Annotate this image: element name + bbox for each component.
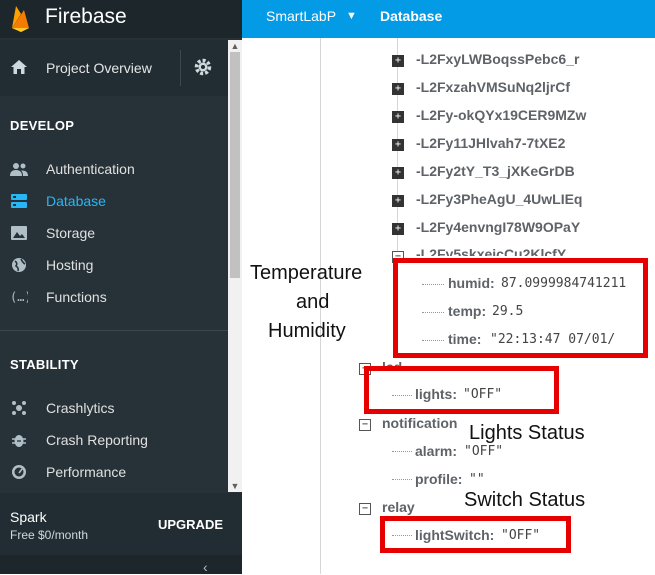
home-icon xyxy=(11,60,27,74)
tree-connector xyxy=(392,479,412,481)
tree-node-key[interactable]: -L2Fy3PheAgU_4UwLIEq xyxy=(416,191,582,207)
sidebar-item-label: Hosting xyxy=(46,257,94,273)
plan-panel: Spark Free $0/month UPGRADE xyxy=(0,493,242,555)
sidebar-item-hosting[interactable]: Hosting xyxy=(0,251,228,279)
sidebar-item-functions[interactable]: (…) Functions xyxy=(0,283,228,311)
scroll-up-arrow-icon[interactable]: ▲ xyxy=(230,41,240,51)
sidebar-header: Firebase xyxy=(0,0,242,38)
scroll-down-arrow-icon[interactable]: ▼ xyxy=(230,481,240,491)
project-overview-label: Project Overview xyxy=(46,60,152,76)
sidebar-item-label: Authentication xyxy=(46,161,135,177)
scrollbar-thumb[interactable] xyxy=(230,52,240,278)
sidebar: Firebase Project Overview DEVELOP Authen… xyxy=(0,0,242,575)
users-icon xyxy=(10,163,28,176)
tree-node-key-relay[interactable]: relay xyxy=(382,499,415,515)
tree-node-key[interactable]: -L2Fy5skxeicCu2KlcfY xyxy=(416,246,566,256)
expand-icon[interactable]: + xyxy=(392,167,404,179)
expand-icon[interactable]: + xyxy=(392,55,404,67)
bug-icon xyxy=(12,435,26,447)
expand-icon[interactable]: + xyxy=(392,139,404,151)
tree-node-key-notification[interactable]: notification xyxy=(382,415,457,431)
expand-icon[interactable]: + xyxy=(392,83,404,95)
sidebar-item-storage[interactable]: Storage xyxy=(0,219,228,247)
field-key-alarm: alarm: xyxy=(415,443,458,459)
annotation-temperature: Temperature xyxy=(250,262,363,284)
gear-icon[interactable] xyxy=(193,57,213,77)
caret-down-icon[interactable]: ▼ xyxy=(346,10,357,22)
plan-price: Free $0/month xyxy=(10,528,89,542)
tree-node-key[interactable]: -L2Fy2tY_T3_jXKeGrDB xyxy=(416,163,575,179)
chevron-left-icon[interactable]: ‹ xyxy=(203,559,208,575)
annotation-lights-status: Lights Status xyxy=(469,422,585,444)
svg-text:(…): (…) xyxy=(10,290,28,304)
annotation-switch-status: Switch Status xyxy=(464,489,586,511)
sidebar-item-label: Database xyxy=(46,193,106,209)
sidebar-item-label: Crashlytics xyxy=(46,400,115,416)
globe-icon xyxy=(12,258,26,272)
image-icon xyxy=(11,226,27,240)
expand-icon[interactable]: + xyxy=(392,111,404,123)
sidebar-item-database[interactable]: Database xyxy=(0,187,228,215)
brand-name: Firebase xyxy=(45,5,127,28)
highlight-box-switch xyxy=(380,516,571,553)
expand-icon[interactable]: + xyxy=(392,195,404,207)
sidebar-item-performance[interactable]: Performance xyxy=(0,458,228,486)
develop-section-title: DEVELOP xyxy=(10,118,75,133)
collapse-sidebar-bar[interactable]: ‹ xyxy=(0,555,242,575)
sidebar-item-crashlytics[interactable]: Crashlytics xyxy=(0,394,228,422)
field-value-profile[interactable]: "" xyxy=(469,472,485,487)
collapse-icon[interactable]: − xyxy=(359,419,371,431)
plan-name: Spark xyxy=(10,509,47,525)
stability-section-title: STABILITY xyxy=(10,357,79,372)
field-value-alarm[interactable]: "OFF" xyxy=(464,444,503,459)
highlight-box-temperature xyxy=(393,258,648,358)
tree-connector xyxy=(392,451,412,453)
page-title: Database xyxy=(380,8,443,24)
crashlytics-icon xyxy=(12,401,26,415)
collapse-icon[interactable]: − xyxy=(359,503,371,515)
database-icon xyxy=(11,194,27,208)
sidebar-item-crash-reporting[interactable]: Crash Reporting xyxy=(0,426,228,454)
tree-node-key[interactable]: -L2FxyLWBoqssPebc6_r xyxy=(416,51,579,67)
speedometer-icon xyxy=(12,465,26,479)
firebase-logo-icon[interactable] xyxy=(10,4,32,32)
tree-node-key[interactable]: -L2FxzahVMSuNq2ljrCf xyxy=(416,79,570,95)
tree-node-key[interactable]: -L2Fy11JHlvah7-7tXE2 xyxy=(416,135,565,151)
project-overview-row[interactable]: Project Overview xyxy=(0,40,228,96)
sidebar-item-label: Functions xyxy=(46,289,107,305)
top-bar: SmartLabP ▼ Database xyxy=(242,0,655,38)
annotation-humidity: Humidity xyxy=(268,320,346,342)
sidebar-item-authentication[interactable]: Authentication xyxy=(0,155,228,183)
highlight-box-lights xyxy=(364,366,559,414)
sidebar-item-label: Storage xyxy=(46,225,96,241)
section-divider xyxy=(0,330,228,331)
field-key-profile: profile: xyxy=(415,471,463,487)
sidebar-scrollbar[interactable]: ▲ ▼ xyxy=(228,40,242,492)
functions-icon: (…) xyxy=(10,290,28,304)
tree-node-key[interactable]: -L2Fy-okQYx19CER9MZw xyxy=(416,107,586,123)
tree-node-key[interactable]: -L2Fy4envngI78W9OPaY xyxy=(416,219,580,235)
upgrade-button[interactable]: UPGRADE xyxy=(158,517,223,532)
overview-divider xyxy=(180,50,181,86)
sidebar-item-label: Performance xyxy=(46,464,127,480)
annotation-and: and xyxy=(296,291,330,313)
project-selector[interactable]: SmartLabP xyxy=(266,8,336,24)
sidebar-item-label: Crash Reporting xyxy=(46,432,148,448)
expand-icon[interactable]: + xyxy=(392,223,404,235)
